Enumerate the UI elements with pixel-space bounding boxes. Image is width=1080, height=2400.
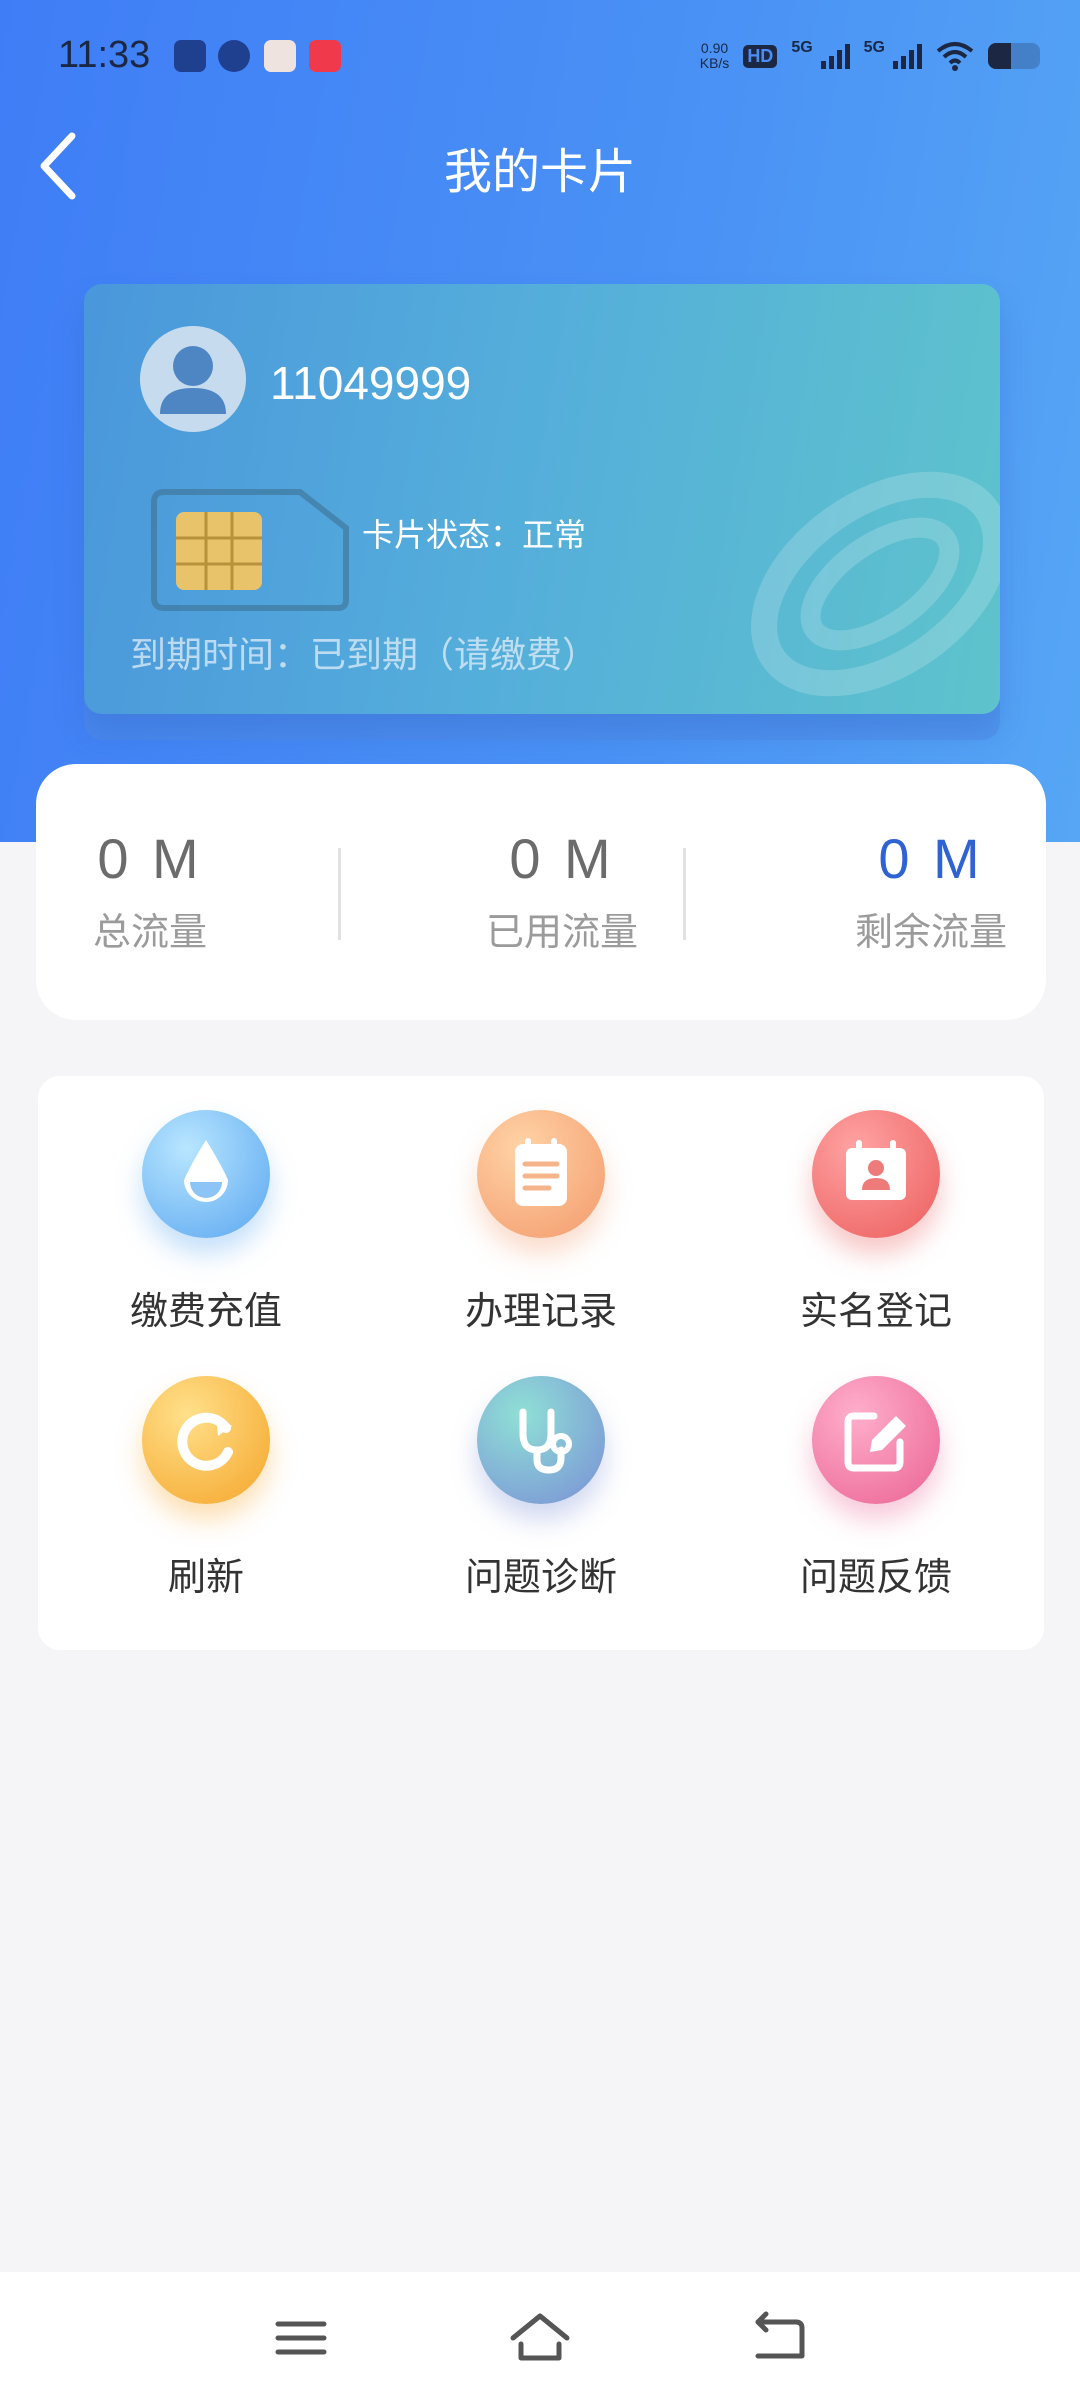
menu-label: 实名登记 — [799, 1289, 952, 1333]
menu-label: 办理记录 — [464, 1289, 617, 1333]
status-time: 11:33 — [58, 34, 151, 76]
sim-chip-icon — [151, 489, 349, 611]
navigation-bar — [0, 2272, 1080, 2400]
avatar — [140, 326, 246, 432]
home-icon[interactable] — [505, 2302, 575, 2372]
menu-item-refresh[interactable]: 刷新 — [76, 1376, 336, 1601]
menu-label: 问题诊断 — [464, 1555, 617, 1599]
menu-panel: 缴费充值 办理记录 实名登记 刷新 问题诊断 问题反馈 — [38, 1076, 1044, 1650]
carrier-logo-watermark — [751, 471, 1000, 697]
refresh-icon — [142, 1376, 270, 1504]
red-app-icon — [309, 40, 341, 72]
stat-used-label: 已用流量 — [485, 910, 638, 954]
stat-total: 0 M 总流量 — [36, 826, 264, 956]
signal-icon-2 — [893, 43, 922, 69]
flower-app-icon — [218, 40, 250, 72]
divider — [683, 848, 686, 940]
menu-label: 问题反馈 — [799, 1555, 952, 1599]
stat-used-value: 0 M — [509, 827, 615, 890]
menu-label: 刷新 — [167, 1555, 244, 1599]
page-title: 我的卡片 — [443, 144, 636, 200]
user-icon — [160, 346, 226, 414]
menu-item-records[interactable]: 办理记录 — [411, 1110, 671, 1335]
menu-item-realname[interactable]: 实名登记 — [746, 1110, 1006, 1335]
wifi-icon — [936, 42, 974, 71]
net-speed-value: 0.90 — [700, 40, 729, 56]
stat-remaining-label: 剩余流量 — [854, 910, 1007, 954]
traffic-stats: 0 M 总流量 0 M 已用流量 0 M 剩余流量 — [36, 764, 1046, 1020]
stat-remaining-value: 0 M — [878, 827, 984, 890]
hd-badge: HD — [743, 44, 778, 68]
menu-item-recharge[interactable]: 缴费充值 — [76, 1110, 336, 1335]
sim1-label: 5G — [791, 39, 813, 56]
stat-used: 0 M 已用流量 — [432, 826, 692, 956]
net-speed-unit: KB/s — [699, 55, 730, 71]
menu-item-feedback[interactable]: 问题反馈 — [746, 1376, 1006, 1601]
net-speed: 0.90 KB/s — [700, 41, 730, 71]
signal-icon-1 — [820, 43, 850, 69]
notepad-icon — [477, 1110, 605, 1238]
sim2-label: 5G — [863, 39, 885, 56]
edit-icon — [812, 1376, 940, 1504]
status-bar: 11:33 0.90 KB/s HD 5G 5G — [0, 0, 1080, 110]
divider — [338, 848, 341, 940]
back-icon[interactable] — [744, 2302, 814, 2372]
stethoscope-icon — [477, 1376, 605, 1504]
card-expiry: 到期时间：已到期（请缴费） — [130, 635, 599, 676]
card-number: 11049999 — [270, 357, 472, 409]
menu-label: 缴费充值 — [129, 1289, 282, 1333]
mail-app-icon — [174, 40, 206, 72]
stat-total-value: 0 M — [97, 827, 203, 890]
water-drop-icon — [142, 1110, 270, 1238]
battery-icon — [988, 43, 1040, 69]
avatar-app-icon — [264, 40, 296, 72]
battery-fill — [988, 43, 1012, 69]
card-status: 卡片状态：正常 — [362, 516, 587, 554]
menu-icon[interactable] — [266, 2302, 336, 2372]
stat-remaining: 0 M 剩余流量 — [816, 826, 1046, 956]
sim-card[interactable]: 11049999 卡片状态：正常 到期时间：已到期（请缴费） — [84, 284, 1000, 714]
menu-item-diagnosis[interactable]: 问题诊断 — [411, 1376, 671, 1601]
stat-total-label: 总流量 — [92, 910, 207, 954]
id-card-icon — [812, 1110, 940, 1238]
